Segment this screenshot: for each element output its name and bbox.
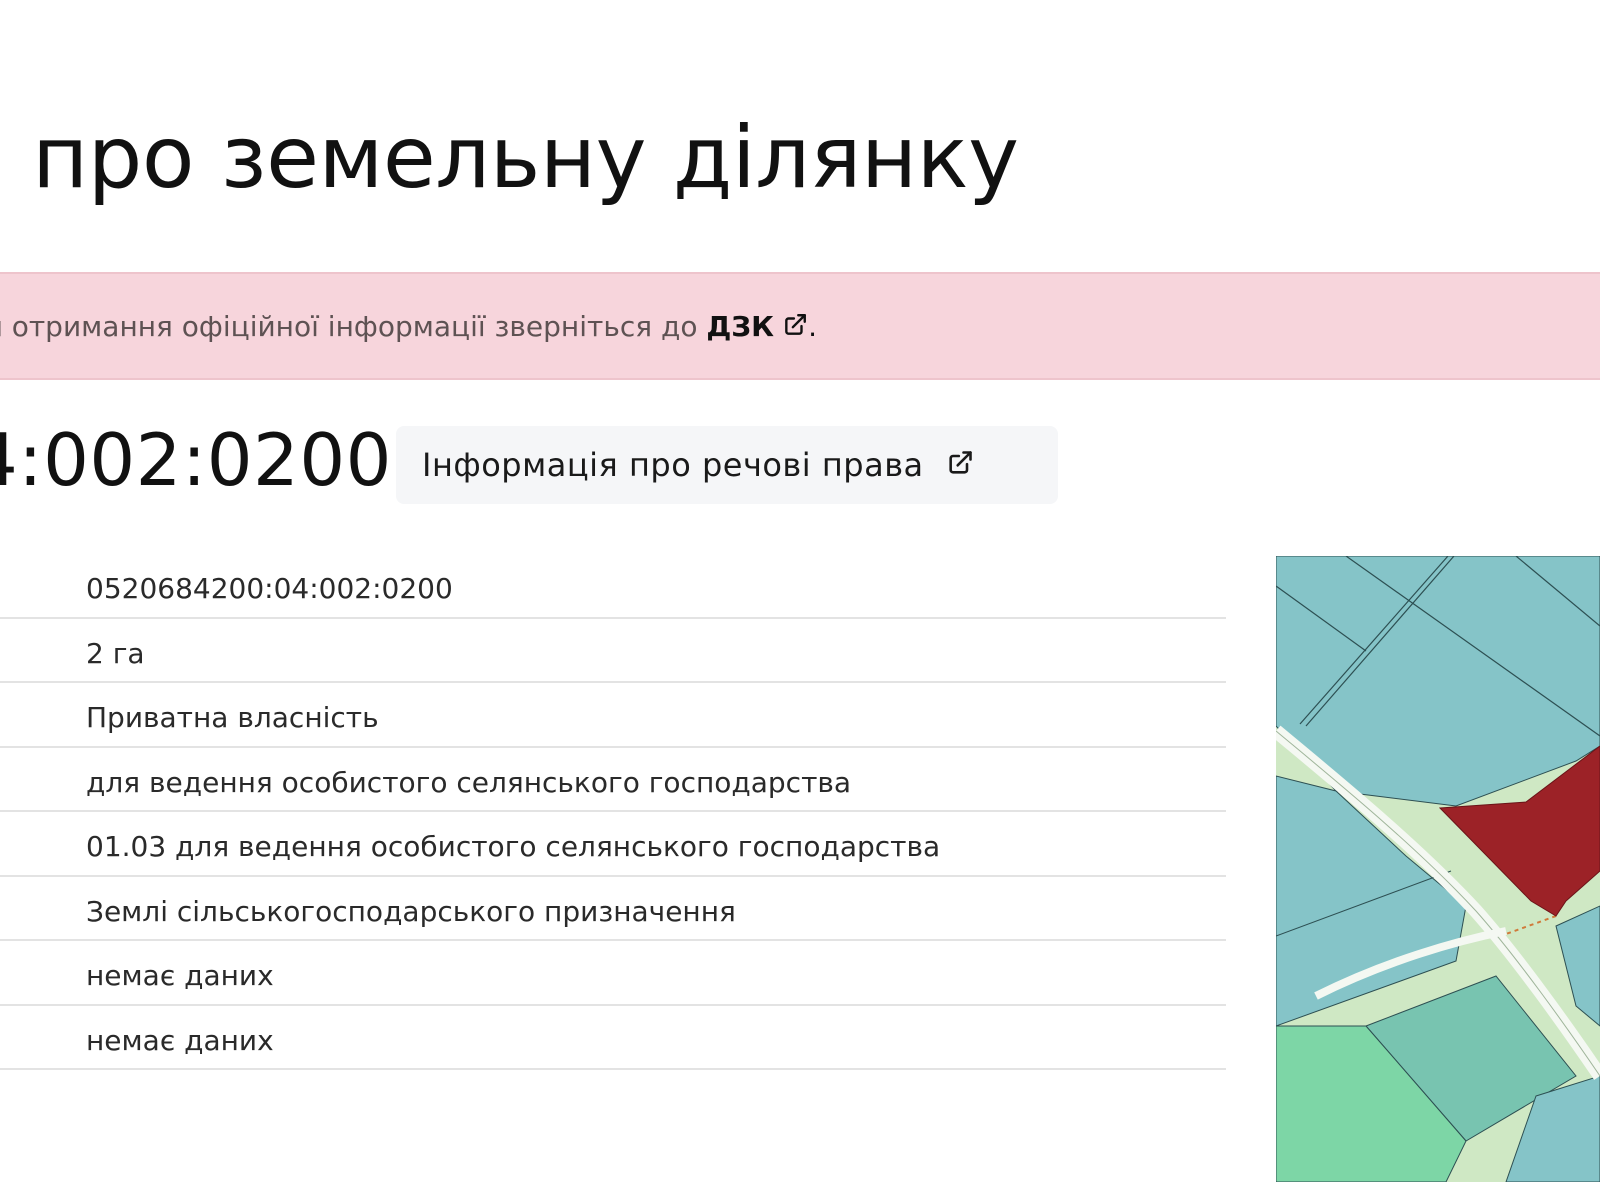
map-canvas[interactable] (1276, 556, 1600, 1182)
details-row-no-data-1: немає даних (0, 941, 1226, 1006)
parcel-details-table: 0520684200:04:002:0200 2 га Приватна вла… (0, 554, 1226, 1070)
alert-message: я отримання офіційної інформації зверніт… (0, 310, 817, 345)
purpose-value: для ведення особистого селянського госпо… (86, 765, 852, 799)
details-row-cadastral-number: 0520684200:04:002:0200 (0, 554, 1226, 619)
land-category-value: Землі сільськогосподарського призначення (86, 894, 736, 928)
no-data-value-2: немає даних (86, 1023, 274, 1057)
details-row-purpose: для ведення особистого селянського госпо… (0, 748, 1226, 812)
details-row-land-category: Землі сільськогосподарського призначення (0, 877, 1226, 941)
alert-suffix: . (808, 310, 817, 343)
parcel-map[interactable] (1276, 556, 1600, 1182)
page-title: я про земельну ділянку (0, 108, 1019, 208)
area-value: 2 га (86, 636, 145, 670)
official-info-alert: я отримання офіційної інформації зверніт… (0, 272, 1600, 380)
property-rights-button[interactable]: Інформація про речові права (396, 426, 1058, 504)
external-link-icon[interactable] (782, 312, 808, 345)
details-row-purpose-code: 01.03 для ведення особистого селянського… (0, 812, 1226, 877)
purpose-code-value: 01.03 для ведення особистого селянського… (86, 830, 941, 863)
page: я про земельну ділянку я отримання офіці… (0, 0, 1600, 1200)
details-row-ownership: Приватна власність (0, 683, 1226, 748)
cadastral-number: 4:002:0200 (0, 418, 392, 502)
details-row-area: 2 га (0, 619, 1226, 683)
dzk-link[interactable]: ДЗК (706, 310, 808, 343)
external-link-icon[interactable] (946, 449, 974, 481)
dzk-link-label[interactable]: ДЗК (706, 310, 774, 343)
ownership-value: Приватна власність (86, 701, 379, 734)
details-row-no-data-2: немає даних (0, 1006, 1226, 1070)
property-rights-label[interactable]: Інформація про речові права (422, 446, 924, 484)
cadastral-number-value: 0520684200:04:002:0200 (86, 572, 453, 605)
no-data-value-1: немає даних (86, 959, 274, 992)
alert-text: я отримання офіційної інформації зверніт… (0, 310, 707, 343)
